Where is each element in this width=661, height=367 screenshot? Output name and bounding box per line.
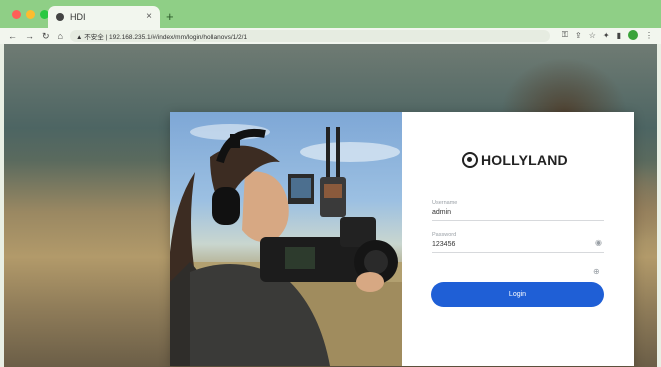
home-icon[interactable]: ⌂	[58, 31, 63, 41]
password-underline	[432, 252, 604, 253]
address-url: ▲ 不安全 | 192.168.235.1/#/index/mm/login/h…	[76, 34, 248, 41]
login-button[interactable]: Login	[431, 282, 604, 307]
username-underline	[432, 220, 604, 221]
brand-logo: HOLLYLAND	[462, 152, 568, 168]
browser-toolbar: ← → ↻ ⌂ ▲ 不安全 | 192.168.235.1/#/index/mm…	[0, 28, 661, 44]
browser-tab[interactable]: HDI ×	[48, 6, 160, 28]
minimize-window-button[interactable]	[26, 10, 35, 19]
language-icon[interactable]: ⊕	[593, 267, 600, 276]
profile-avatar-icon[interactable]	[628, 30, 638, 40]
share-icon[interactable]: ⇪	[575, 31, 582, 40]
login-button-label: Login	[508, 291, 527, 298]
extensions-icon[interactable]: ✦	[603, 31, 610, 40]
menu-icon[interactable]: ⋮	[645, 31, 653, 40]
close-window-button[interactable]	[12, 10, 21, 19]
browser-chrome: HDI × + ← → ↻ ⌂ ▲ 不安全 | 192.168.235.1/#/…	[0, 0, 661, 44]
sidebar-icon[interactable]: ▮	[617, 31, 621, 40]
login-card: HOLLYLAND Username admin Password 123456…	[170, 112, 634, 366]
close-tab-icon[interactable]: ×	[146, 11, 152, 22]
password-field[interactable]: Password 123456 ◉	[432, 232, 604, 253]
forward-icon[interactable]: →	[25, 31, 34, 41]
reload-icon[interactable]: ↻	[42, 31, 50, 42]
tab-favicon-icon	[56, 13, 64, 21]
key-icon[interactable]: ⚿	[562, 30, 568, 40]
password-label: Password	[432, 232, 457, 238]
hero-photo	[170, 112, 402, 366]
camera-operator-illustration	[170, 124, 402, 366]
toolbar-actions: ⚿ ⇪ ☆ ✦ ▮ ⋮	[562, 30, 653, 40]
hollyland-logo-icon	[462, 152, 478, 168]
window-controls	[12, 10, 49, 19]
username-label: Username	[432, 200, 458, 206]
username-field[interactable]: Username admin	[432, 200, 604, 221]
bookmark-icon[interactable]: ☆	[589, 31, 596, 40]
tab-title: HDI	[70, 12, 86, 22]
new-tab-icon[interactable]: +	[166, 9, 174, 24]
brand-name: HOLLYLAND	[481, 152, 568, 168]
password-input[interactable]: 123456	[432, 241, 604, 248]
address-bar[interactable]: ▲ 不安全 | 192.168.235.1/#/index/mm/login/h…	[70, 30, 550, 42]
back-icon[interactable]: ←	[8, 31, 17, 41]
tab-strip: HDI × +	[0, 0, 661, 28]
eye-icon[interactable]: ◉	[595, 238, 602, 247]
username-input[interactable]: admin	[432, 209, 604, 216]
login-form: HOLLYLAND Username admin Password 123456…	[402, 112, 634, 366]
